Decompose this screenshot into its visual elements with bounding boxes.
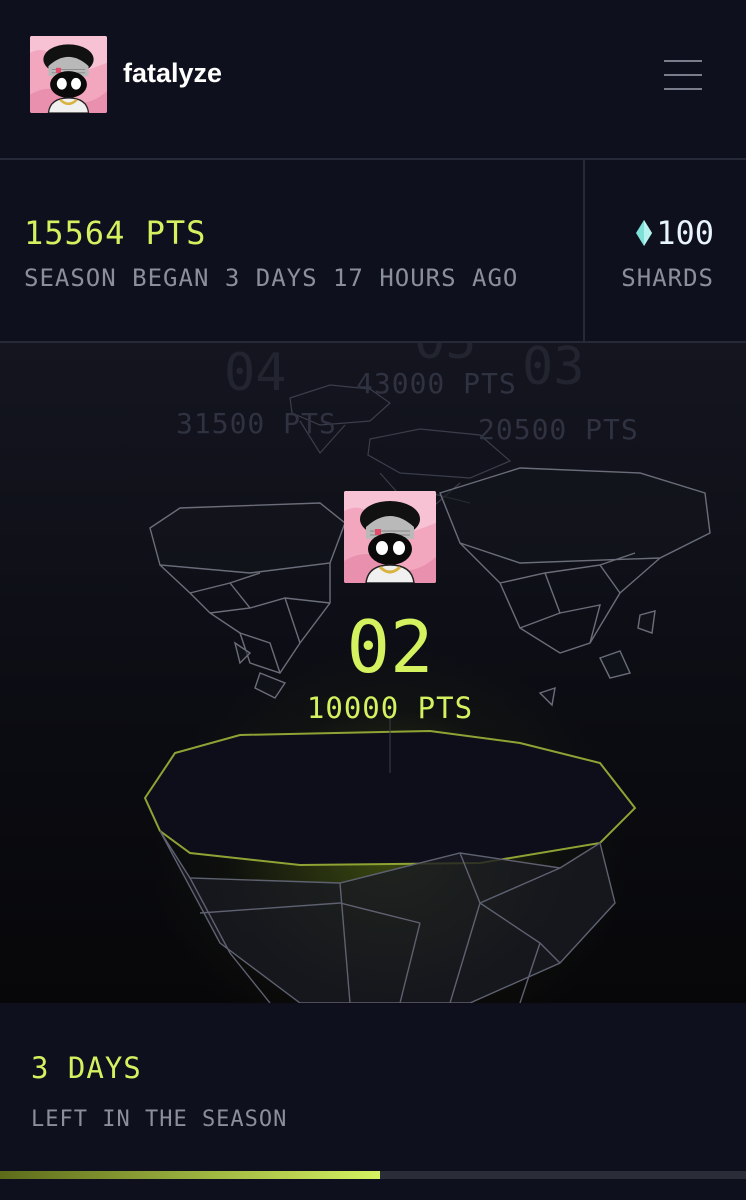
stats-panel: 15564 PTS SEASON BEGAN 3 DAYS 17 HOURS A… xyxy=(0,160,746,343)
days-left: 3 DAYS xyxy=(31,1051,142,1085)
current-rank-points: 10000 PTS xyxy=(306,691,474,725)
leaderboard-stage: 04 31500 PTS 05 43000 PTS 03 20500 PTS 0… xyxy=(0,343,746,1003)
rank-04-points: 31500 PTS xyxy=(176,407,337,440)
rank-04-number: 04 xyxy=(224,343,287,403)
divider xyxy=(583,160,585,341)
rank-03-points: 20500 PTS xyxy=(478,413,639,446)
username: fatalyze xyxy=(123,58,223,88)
days-left-label: LEFT IN THE SEASON xyxy=(31,1107,288,1132)
season-began-text: SEASON BEGAN 3 DAYS 17 HOURS AGO xyxy=(24,264,519,292)
current-rank: 02 xyxy=(346,605,434,689)
shards-label: SHARDS xyxy=(621,264,714,292)
shards-count: 100 xyxy=(636,214,714,252)
menu-icon[interactable] xyxy=(664,60,704,92)
header: fatalyze xyxy=(0,0,746,160)
season-footer: 3 DAYS LEFT IN THE SEASON xyxy=(0,1005,746,1200)
user-avatar[interactable] xyxy=(30,36,107,113)
rank-avatar xyxy=(344,491,436,583)
season-progress-bar xyxy=(0,1171,746,1179)
diamond-icon xyxy=(636,220,653,246)
season-progress-fill xyxy=(0,1171,381,1179)
shards-value: 100 xyxy=(656,214,714,252)
total-points: 15564 PTS xyxy=(24,214,207,252)
rank-03-number: 03 xyxy=(522,343,585,397)
rank-05-points: 43000 PTS xyxy=(356,367,517,400)
